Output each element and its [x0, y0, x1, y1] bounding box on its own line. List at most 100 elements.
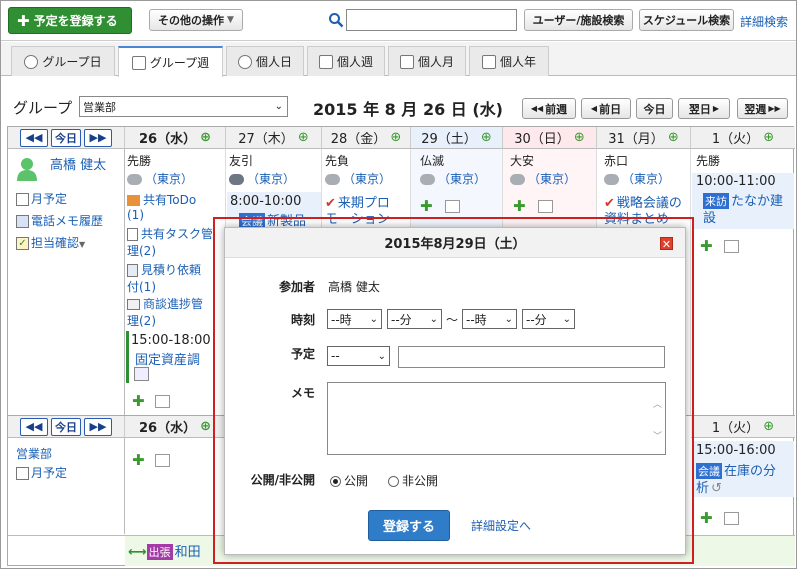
memo-textarea[interactable]: ︿ ﹀ [327, 382, 666, 455]
month-plan-link[interactable]: 月予定 [16, 190, 67, 207]
register-schedule-button[interactable]: ✚ 予定を登録する [8, 7, 132, 34]
detail-settings-link[interactable]: 詳細設定へ [471, 517, 531, 534]
add-schedule-plus-icon[interactable]: ✚ [132, 451, 145, 469]
rokuyo-label: 大安 [510, 154, 535, 168]
day-header[interactable]: 26（水） ⊕ [125, 127, 226, 149]
add-schedule-icon[interactable]: ⊕ [668, 130, 679, 145]
day-header-saturday[interactable]: 29（土） ⊕ [411, 127, 503, 149]
end-hour-select[interactable]: --時 ⌄ [462, 309, 517, 329]
add-schedule-plus-icon[interactable]: ✚ [700, 509, 713, 527]
add-schedule-icon[interactable]: ⊕ [200, 419, 211, 434]
user-facility-search-button[interactable]: ユーザー/施設検索 [524, 9, 633, 31]
add-item-icon[interactable] [538, 200, 553, 213]
today-button[interactable]: 今日 [636, 98, 673, 119]
shared-todo-link[interactable]: 共有ToDo [127, 191, 196, 208]
day-header[interactable]: 28（金） ⊕ [322, 127, 411, 149]
add-schedule-icon[interactable]: ⊕ [481, 130, 492, 145]
tab-personal-day[interactable]: 個人日 [226, 46, 304, 76]
user-name-link[interactable]: 高橋 健太 [50, 154, 106, 173]
other-operations-button[interactable]: その他の操作 ▼ [149, 9, 243, 31]
estimate-link[interactable]: 見積り依頼 [127, 261, 201, 278]
prev-day-button[interactable]: ◀ 前日 [581, 98, 631, 119]
add-item-icon[interactable] [724, 240, 739, 253]
trip-event-link[interactable]: ⟷ 出張 和田 [128, 541, 201, 560]
prev-week-button[interactable]: ◀◀ 前週 [522, 98, 576, 119]
add-item-icon[interactable] [155, 395, 170, 408]
phone-memo-link[interactable]: 電話メモ履歴 [16, 212, 103, 229]
add-item-icon[interactable] [155, 454, 170, 467]
private-radio[interactable]: 非公開 [388, 472, 438, 489]
event-title-link[interactable]: 固定資産調 [135, 349, 200, 368]
add-schedule-icon[interactable]: ⊕ [574, 130, 585, 145]
tab-personal-year[interactable]: 個人年 [469, 46, 549, 76]
group-select[interactable]: 営業部 ⌄ [79, 96, 288, 117]
close-icon[interactable]: ✕ [660, 237, 673, 251]
add-schedule-icon[interactable]: ⊕ [390, 130, 401, 145]
day-header-label: 26（水） [139, 132, 197, 147]
visibility-label: 公開/非公開 [250, 473, 315, 487]
tab-group-day[interactable]: グループ日 [11, 46, 115, 76]
add-schedule-plus-icon[interactable]: ✚ [700, 237, 713, 255]
weather-link[interactable]: （東京） [127, 170, 193, 187]
shared-task-count[interactable]: 理(2) [127, 242, 156, 259]
tab-personal-week[interactable]: 個人週 [307, 46, 385, 76]
add-schedule-icon[interactable]: ⊕ [763, 419, 774, 434]
add-schedule-icon[interactable]: ⊕ [763, 130, 774, 145]
event-title-cont[interactable]: 設 [703, 207, 716, 226]
scroll-down-icon[interactable]: ﹀ [653, 429, 662, 442]
public-radio[interactable]: 公開 [330, 472, 368, 489]
day-header[interactable]: 1（火） ⊕ [691, 416, 795, 438]
next-day-button[interactable]: 翌日 ▶ [678, 98, 730, 119]
today-mini-button[interactable]: 今日 [51, 417, 81, 436]
tab-personal-month[interactable]: 個人月 [388, 46, 466, 76]
month-calendar-icon [399, 54, 414, 69]
weather-link[interactable]: （東京） [229, 170, 295, 187]
weather-link[interactable]: （東京） [604, 170, 670, 187]
shared-todo-count[interactable]: (1) [127, 208, 144, 222]
weather-link[interactable]: （東京） [325, 170, 391, 187]
search-input[interactable] [346, 9, 517, 31]
add-schedule-icon[interactable]: ⊕ [298, 130, 309, 145]
event-title-cont[interactable]: 析 ↺ [696, 477, 722, 496]
next-week-mini-button[interactable]: ▶▶ [84, 417, 112, 436]
prev-week-mini-button[interactable]: ◀◀ [20, 417, 48, 436]
group-week-icon [131, 55, 146, 70]
scroll-up-icon[interactable]: ︿ [653, 397, 662, 410]
deal-progress-link[interactable]: 商談進捗管 [127, 295, 203, 312]
next-week-button[interactable]: 翌週 ▶▶ [737, 98, 788, 119]
tab-label: 個人年 [499, 55, 536, 69]
add-schedule-icon[interactable]: ⊕ [200, 130, 211, 145]
start-hour-select[interactable]: --時 ⌄ [327, 309, 382, 329]
submit-button[interactable]: 登録する [368, 510, 450, 541]
month-plan-link[interactable]: 月予定 [16, 464, 67, 481]
prev-week-mini-button[interactable]: ◀◀ [20, 128, 48, 147]
schedule-search-button[interactable]: スケジュール検索 [639, 9, 734, 31]
today-mini-button[interactable]: 今日 [51, 128, 81, 147]
weather-link[interactable]: （東京） [510, 170, 576, 187]
search-icon[interactable] [328, 12, 344, 28]
estimate-count[interactable]: 付(1) [127, 278, 156, 295]
day-header[interactable]: 27（木） ⊕ [226, 127, 322, 149]
day-header[interactable]: 1（火） ⊕ [691, 127, 795, 149]
group-name-link[interactable]: 営業部 [16, 445, 52, 462]
plan-type-select[interactable]: -- ⌄ [327, 346, 390, 366]
start-minute-select[interactable]: --分 ⌄ [387, 309, 442, 329]
add-schedule-plus-icon[interactable]: ✚ [420, 197, 433, 215]
add-item-icon[interactable] [724, 512, 739, 525]
detail-search-link[interactable]: 詳細検索 [740, 13, 788, 30]
tab-group-week[interactable]: グループ週 [118, 46, 223, 77]
deal-progress-count[interactable]: 理(2) [127, 312, 156, 329]
day-header[interactable]: 31（月） ⊕ [597, 127, 691, 149]
weather-link[interactable]: （東京） [420, 170, 486, 187]
day-header-sunday[interactable]: 30（日） ⊕ [503, 127, 597, 149]
day-header[interactable]: 26（水） ⊕ [125, 416, 226, 438]
add-schedule-plus-icon[interactable]: ✚ [513, 197, 526, 215]
quick-add-dialog: 2015年8月29日（土） ✕ 参加者 高橋 健太 時刻 --時 ⌄ --分 ⌄ 〜… [224, 227, 686, 555]
shared-task-link[interactable]: 共有タスク管 [127, 225, 213, 242]
next-week-mini-button[interactable]: ▶▶ [84, 128, 112, 147]
add-item-icon[interactable] [445, 200, 460, 213]
plan-title-input[interactable] [398, 346, 665, 368]
end-minute-select[interactable]: --分 ⌄ [522, 309, 575, 329]
add-schedule-plus-icon[interactable]: ✚ [132, 392, 145, 410]
assignment-check-link[interactable]: ✓ 担当確認▼ [16, 234, 85, 251]
